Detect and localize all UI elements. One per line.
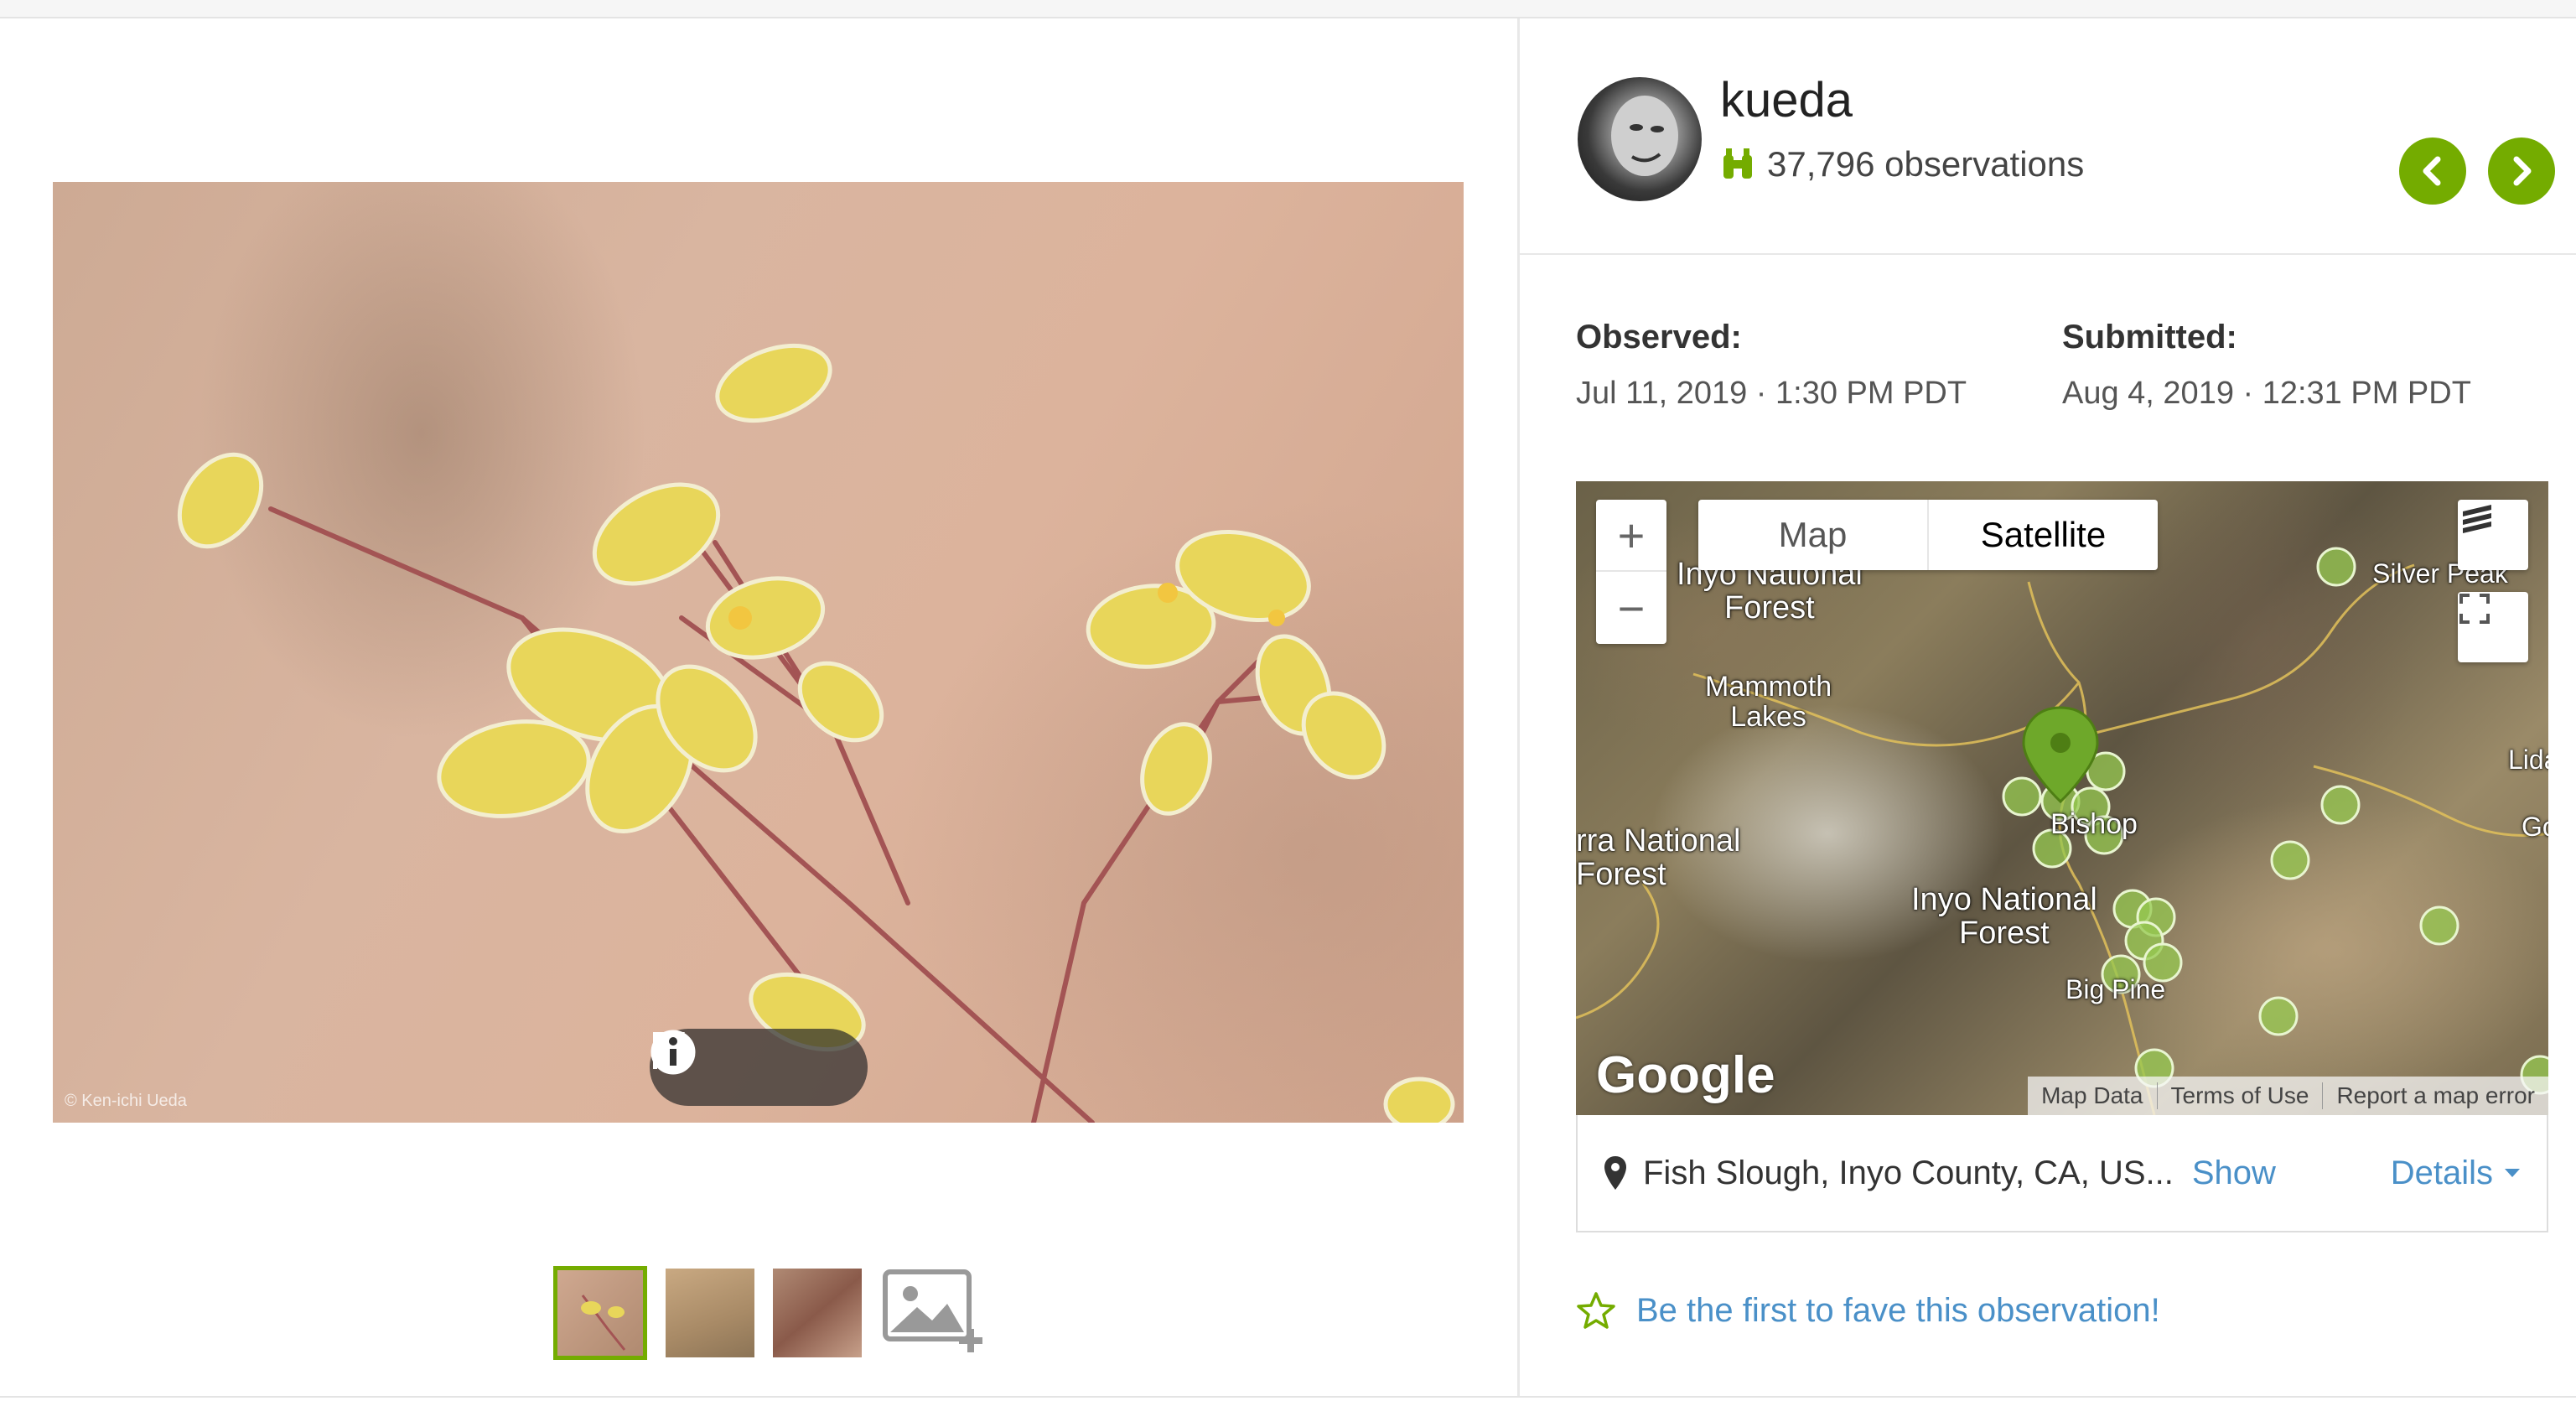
photo-controls: cc [650, 1029, 868, 1106]
zoom-out-button[interactable]: − [1596, 572, 1666, 644]
bottom-divider [0, 1396, 2576, 1398]
map-label-mammoth: Mammoth Lakes [1705, 671, 1832, 733]
observation-map[interactable]: Inyo National Forest Mammoth Lakes rra Nat… [1576, 481, 2548, 1115]
layers-button[interactable] [2458, 500, 2528, 570]
photo-credit: © Ken-ichi Ueda [65, 1092, 187, 1110]
photo-thumbnails [553, 1266, 984, 1360]
details-dropdown[interactable]: Details [2391, 1155, 2522, 1192]
observed-label: Observed: [1576, 319, 1742, 355]
chevron-left-icon [2423, 156, 2441, 186]
avatar[interactable] [1578, 77, 1702, 201]
details-label: Details [2390, 1154, 2493, 1191]
map-label-go: Go [2522, 812, 2548, 842]
photo-subject-plant [177, 343, 1455, 1123]
show-location-link[interactable]: Show [2192, 1155, 2276, 1192]
caret-down-icon [2505, 1169, 2520, 1177]
thumbnail-3[interactable] [773, 1269, 862, 1357]
observed-value: Jul 11, 2019 · 1:30 PM PDT [1576, 376, 1967, 411]
binoculars-icon [1723, 148, 1752, 179]
fullscreen-icon [2459, 594, 2490, 624]
flag-icon[interactable] [653, 1032, 782, 1091]
add-photo-icon[interactable] [880, 1267, 984, 1359]
map-zoom-control: + − [1596, 500, 1666, 644]
header-divider [1520, 253, 2576, 255]
layers-icon [2463, 505, 2491, 533]
terms-of-use-link[interactable]: Terms of Use [2156, 1082, 2323, 1109]
chevron-right-icon [2513, 156, 2532, 186]
map-data-link[interactable]: Map Data [2028, 1082, 2156, 1109]
submitted-label: Submitted: [2062, 319, 2237, 355]
map-attribution: Map Data Terms of Use Report a map error [2028, 1077, 2548, 1115]
map-label-inyo-nf-mid: Inyo National Forest [1911, 882, 2097, 951]
observation-count-text: 37,796 observations [1767, 144, 2085, 184]
map-label-lida: Lida [2508, 745, 2548, 775]
thumbnail-2[interactable] [666, 1269, 754, 1357]
map-type-satellite-button[interactable]: Satellite [1927, 500, 2158, 570]
info-icon[interactable] [651, 1030, 847, 1091]
map-type-control: Map Satellite [1698, 500, 2158, 570]
observation-count[interactable]: 37,796 observations [1720, 144, 2084, 184]
next-observation-button[interactable] [2488, 138, 2555, 205]
location-bar: Fish Slough, Inyo County, CA, US... Show… [1576, 1115, 2548, 1232]
google-logo: Google [1596, 1046, 1775, 1104]
star-icon [1577, 1292, 1615, 1329]
map-type-map-button[interactable]: Map [1698, 500, 1927, 570]
map-label-big-pine: Big Pine [2065, 974, 2166, 1004]
zoom-in-button[interactable]: + [1596, 500, 1666, 572]
map-label-sierra-nf: rra National Forest [1576, 823, 1741, 892]
fave-text: Be the first to fave this observation! [1636, 1291, 2160, 1329]
username[interactable]: kueda [1720, 72, 1853, 128]
previous-observation-button[interactable] [2399, 138, 2466, 205]
report-map-error-link[interactable]: Report a map error [2322, 1082, 2548, 1109]
submitted-value: Aug 4, 2019 · 12:31 PM PDT [2062, 376, 2471, 411]
observation-photo[interactable]: © Ken-ichi Ueda cc [53, 182, 1464, 1123]
map-marker-icon [1604, 1156, 1626, 1190]
top-strip [0, 0, 2576, 18]
column-divider [1517, 18, 1520, 1398]
thumbnail-1[interactable] [553, 1266, 647, 1360]
fave-link[interactable]: Be the first to fave this observation! [1576, 1291, 2160, 1330]
fullscreen-button[interactable] [2458, 592, 2528, 662]
map-label-bishop: Bishop [2050, 808, 2138, 840]
location-text: Fish Slough, Inyo County, CA, US... [1643, 1154, 2174, 1191]
